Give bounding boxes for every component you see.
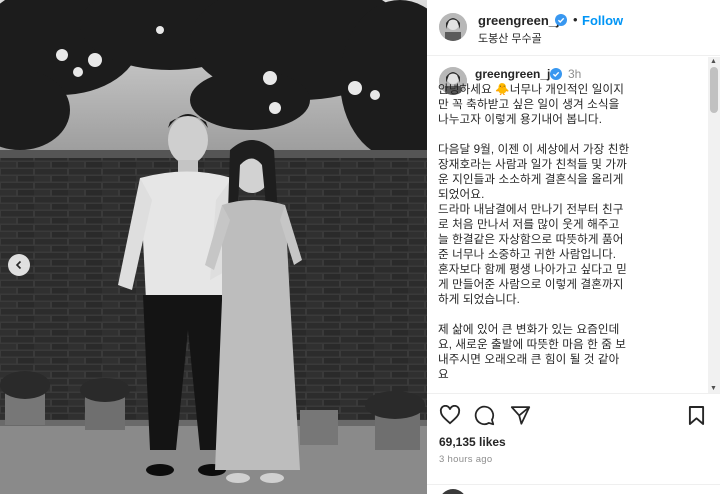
share-button[interactable] [510, 405, 531, 430]
caption-line: 운 지인들과 소소하게 결혼식을 올리게 [438, 173, 624, 186]
caption-line: 안녕하세요 🐥너무나 개인적인 일이지 [438, 83, 624, 96]
author-avatar[interactable] [439, 13, 467, 41]
caption-line [438, 307, 696, 322]
caption-line [438, 127, 696, 142]
caption-username[interactable]: greengreen_j [475, 67, 550, 81]
next-comment-strip [427, 484, 720, 494]
likes-count[interactable]: 69,135 likes [439, 435, 506, 449]
scroll-thumb[interactable] [710, 67, 718, 113]
caption-scrollbar[interactable]: ▲ ▼ [708, 57, 720, 393]
caption-line: 요, 새로운 출발에 따뜻한 마음 한 줌 보 [438, 338, 627, 351]
comment-button[interactable] [474, 405, 495, 431]
post-photo [0, 0, 427, 494]
caption-text: 안녕하세요 🐥너무나 개인적인 일이지만 꼭 축하받고 싶은 일이 생겨 소식을… [438, 82, 696, 382]
comment-icon [474, 405, 495, 426]
caption-line: 다음달 9월, 이젠 이 세상에서 가장 친한 [438, 143, 630, 156]
verified-badge-icon [555, 13, 567, 31]
bookmark-icon [688, 406, 705, 425]
caption-line: 되었어요. [438, 188, 485, 201]
caption-line: 드라마 내남결에서 만나기 전부터 친구 [438, 203, 624, 216]
post-header: greengreen_j • Follow 도봉산 무수골 [427, 0, 720, 56]
caption-line: 혼자보다 함께 평생 나아가고 싶다고 믿 [438, 263, 627, 276]
caption-line: 나누고자 이렇게 용기내어 봅니다. [438, 113, 603, 126]
caption-line: 만 꼭 축하받고 싶은 일이 생겨 소식을 [438, 98, 620, 111]
caption-line: 로 처음 만나서 저를 많이 웃게 해주고 [438, 218, 620, 231]
follow-button[interactable]: Follow [582, 13, 623, 28]
scroll-down-arrow-icon[interactable]: ▼ [710, 385, 717, 392]
post-side-panel: greengreen_j • Follow 도봉산 무수골 greengreen… [427, 0, 720, 494]
caption-line: 내주시면 오래오래 큰 힘이 될 것 같아 [438, 353, 620, 366]
caption-line: 늘 한결같은 자상함으로 따뜻하게 품어 [438, 233, 624, 246]
share-icon [510, 406, 531, 425]
post-location[interactable]: 도봉산 무수골 [478, 30, 542, 46]
previous-photo-button[interactable] [8, 254, 30, 276]
author-username[interactable]: greengreen_j [478, 13, 560, 28]
caption-timestamp[interactable]: 3h [568, 67, 581, 81]
caption-line: 장재호라는 사람과 일가 친척들 및 가까 [438, 158, 627, 171]
chevron-left-icon [15, 260, 22, 270]
caption-line: 준 너무나 소중하고 귀한 사람입니다. [438, 248, 617, 261]
heart-icon [439, 404, 461, 425]
couple-photo-image [0, 0, 427, 494]
caption-section: greengreen_j 3h 안녕하세요 🐥너무나 개인적인 일이지만 꼭 축… [427, 57, 720, 393]
header-separator: • [573, 12, 578, 27]
caption-line: 제 삶에 있어 큰 변화가 있는 요즘인데 [438, 323, 620, 336]
post-time-ago[interactable]: 3 hours ago [439, 454, 492, 465]
author-avatar-image [439, 13, 467, 41]
like-button[interactable] [439, 404, 461, 430]
caption-line: 요 [438, 368, 449, 381]
post-actions: 69,135 likes 3 hours ago [427, 393, 720, 494]
scroll-up-arrow-icon[interactable]: ▲ [710, 58, 717, 65]
next-avatar [439, 489, 467, 494]
caption-line: 하게 되었습니다. [438, 293, 521, 306]
save-button[interactable] [688, 405, 705, 431]
caption-line: 게 만들어준 사람으로 이렇게 결혼까지 [438, 278, 624, 291]
